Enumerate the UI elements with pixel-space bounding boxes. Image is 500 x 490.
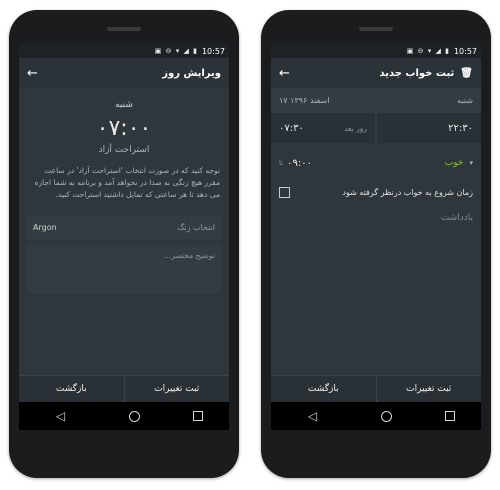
checkbox-row: زمان شروع به خواب درنظر گرفته شود xyxy=(271,179,481,205)
nav-back-icon[interactable]: ◁ xyxy=(46,409,76,423)
ringtone-value: Argon xyxy=(33,222,57,232)
system-nav-bar: ◁ xyxy=(19,402,229,430)
page-title: ویرایش روز xyxy=(162,67,221,79)
nav-home-icon[interactable] xyxy=(380,410,392,422)
day-name: شنبه xyxy=(457,96,473,105)
nav-recent-icon[interactable] xyxy=(192,411,203,421)
back-button[interactable]: بازگشت xyxy=(19,376,124,402)
title-group: ثبت خواب جدید 🗑 xyxy=(379,68,473,79)
alarm-time[interactable]: ۰۷:۰۰ xyxy=(19,116,229,141)
screen-edit-day: ▣ ⊖ ▾ ◢ ▮ 10:57 ← ویرایش روز شنبه ۰۷:۰۰ … xyxy=(19,44,229,430)
wake-time-field[interactable]: تا ۰۹:۰۰ xyxy=(279,158,312,169)
day-name: شنبه xyxy=(115,100,133,110)
nav-back-icon[interactable]: ◁ xyxy=(298,409,328,423)
date-row: ۱۷ اسفند ۱۳۹۶ شنبه xyxy=(271,88,481,105)
sleep-card: ۱۷ اسفند ۱۳۹۶ شنبه ۰۷:۳۰ روز بعد ۲۲:۳۰ xyxy=(271,88,481,143)
wake-time-cell[interactable]: ۰۷:۳۰ روز بعد xyxy=(271,113,375,143)
date-label[interactable]: ۱۷ اسفند ۱۳۹۶ xyxy=(279,96,329,105)
screen-new-sleep: ▣ ⊖ ▾ ◢ ▮ 10:57 ← ثبت خواب جدید 🗑 ۱۷ اسف… xyxy=(271,44,481,430)
status-icons: ▣ ⊖ ▾ ◢ ▮ xyxy=(406,47,450,55)
back-arrow-icon[interactable]: ← xyxy=(279,66,290,81)
status-bar: ▣ ⊖ ▾ ◢ ▮ 10:57 xyxy=(271,44,481,58)
sleep-time-cell[interactable]: ۲۲:۳۰ xyxy=(377,113,481,143)
description-text: توجه کنید که در صورت انتخاب 'استراحت آزا… xyxy=(34,166,220,199)
page-title: ثبت خواب جدید xyxy=(379,67,455,79)
status-icons: ▣ ⊖ ▾ ◢ ▮ xyxy=(154,47,198,55)
notes-input[interactable]: یادداشت xyxy=(271,205,481,231)
trash-icon[interactable]: 🗑 xyxy=(460,68,473,79)
phone-right: ▣ ⊖ ▾ ◢ ▮ 10:57 ← ثبت خواب جدید 🗑 ۱۷ اسف… xyxy=(261,10,491,478)
wake-time-next: ۰۷:۳۰ xyxy=(279,122,304,134)
back-arrow-icon[interactable]: ← xyxy=(27,66,38,81)
nav-recent-icon[interactable] xyxy=(444,411,455,421)
note-input[interactable]: توضیح مختصر... xyxy=(27,245,221,293)
mode-label[interactable]: استراحت آزاد xyxy=(19,145,229,155)
chevron-down-icon: ▾ xyxy=(469,159,473,167)
action-bar: بازگشت ثبت تغییرات xyxy=(19,375,229,402)
system-nav-bar: ◁ xyxy=(271,402,481,430)
app-bar: ← ویرایش روز xyxy=(19,58,229,88)
quality-row: تا ۰۹:۰۰ خوب ▾ xyxy=(271,147,481,179)
app-bar: ← ثبت خواب جدید 🗑 xyxy=(271,58,481,88)
checkbox[interactable] xyxy=(279,186,290,198)
back-button[interactable]: بازگشت xyxy=(271,376,376,402)
status-time: 10:57 xyxy=(201,46,225,56)
wake-prefix: تا xyxy=(279,159,284,167)
speaker xyxy=(359,27,393,31)
checkbox-label: زمان شروع به خواب درنظر گرفته شود xyxy=(342,187,473,197)
ringtone-field[interactable]: Argon انتخاب زنگ xyxy=(27,215,221,239)
status-time: 10:57 xyxy=(453,46,477,56)
save-button[interactable]: ثبت تغییرات xyxy=(375,376,481,402)
save-button[interactable]: ثبت تغییرات xyxy=(123,376,229,402)
wake-time: ۰۹:۰۰ xyxy=(287,157,312,169)
speaker xyxy=(107,27,141,31)
quality-value: خوب xyxy=(444,158,464,168)
quality-dropdown[interactable]: خوب ▾ xyxy=(445,158,473,168)
next-day-label: روز بعد xyxy=(344,123,367,133)
action-bar: بازگشت ثبت تغییرات xyxy=(271,375,481,402)
nav-home-icon[interactable] xyxy=(128,410,140,422)
time-row: ۰۷:۳۰ روز بعد ۲۲:۳۰ xyxy=(271,113,481,143)
status-bar: ▣ ⊖ ▾ ◢ ▮ 10:57 xyxy=(19,44,229,58)
sleep-time: ۲۲:۳۰ xyxy=(448,122,473,134)
ringtone-label: انتخاب زنگ xyxy=(177,222,215,232)
phone-left: ▣ ⊖ ▾ ◢ ▮ 10:57 ← ویرایش روز شنبه ۰۷:۰۰ … xyxy=(9,10,239,478)
